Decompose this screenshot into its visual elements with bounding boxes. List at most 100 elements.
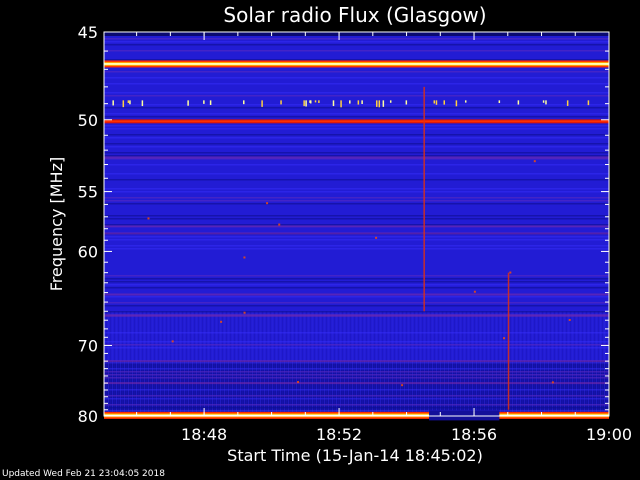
texture-stripe	[104, 332, 609, 334]
noise-speck	[473, 290, 476, 293]
band-spike	[340, 100, 342, 108]
texture-stripe	[104, 371, 609, 373]
noise-speck	[243, 311, 246, 314]
faint-band	[104, 293, 609, 296]
y-axis-label: Frequency [MHz]	[47, 157, 66, 291]
texture-stripe	[104, 296, 609, 298]
texture-stripe	[104, 203, 609, 205]
noise-speck	[147, 217, 150, 220]
texture-stripe	[104, 77, 609, 79]
noise-speck	[503, 337, 506, 340]
band-spike	[112, 100, 114, 106]
band-spike	[305, 100, 307, 107]
texture-stripe	[104, 113, 609, 115]
faint-band	[104, 360, 609, 363]
texture-stripe	[104, 281, 609, 283]
y-tick-label: 55	[78, 183, 98, 202]
texture-stripe	[104, 407, 609, 409]
band-spike	[361, 100, 363, 104]
y-tick-label: 70	[78, 336, 98, 355]
band-spike	[566, 100, 569, 106]
band-spike	[261, 100, 263, 107]
texture-stripe	[104, 368, 609, 370]
updated-timestamp: Updated Wed Feb 21 23:04:05 2018	[2, 469, 165, 479]
faint-band	[104, 156, 609, 159]
band-spike	[314, 100, 317, 103]
texture-stripe	[104, 188, 609, 190]
texture-stripe	[104, 38, 609, 40]
faint-band	[104, 232, 609, 235]
texture-stripe	[104, 224, 609, 226]
texture-stripe	[104, 395, 609, 397]
band-spike	[376, 100, 378, 107]
texture-stripe	[104, 236, 609, 238]
texture-stripe	[104, 191, 609, 193]
texture-stripe	[104, 197, 609, 199]
texture-stripe	[104, 341, 609, 343]
band-spike	[542, 100, 545, 103]
noise-speck	[551, 381, 554, 384]
texture-stripe	[104, 143, 609, 145]
texture-stripe	[104, 377, 609, 379]
plot-area	[103, 31, 610, 421]
texture-stripe	[104, 218, 609, 220]
texture-stripe	[104, 107, 609, 109]
noise-speck	[401, 384, 404, 387]
texture-stripe	[104, 128, 609, 130]
noise-speck	[278, 223, 281, 226]
x-tick-label: 19:00	[586, 425, 632, 444]
x-tick-label: 18:56	[451, 425, 497, 444]
x-axis-label: Start Time (15-Jan-14 18:45:02)	[227, 446, 483, 465]
band-spike	[349, 100, 351, 104]
x-tick-label: 18:52	[316, 425, 362, 444]
texture-stripe	[104, 173, 609, 175]
faint-band	[104, 225, 609, 228]
noise-speck	[266, 202, 269, 205]
noise-speck	[171, 340, 174, 343]
texture-stripe	[104, 134, 609, 136]
noise-speck	[568, 318, 571, 321]
burst-line	[507, 272, 510, 410]
band-spike	[209, 100, 212, 105]
texture-stripe	[104, 404, 609, 406]
band-spike	[443, 100, 445, 105]
x-tick-label: 18:48	[181, 425, 227, 444]
band-spike	[280, 100, 282, 105]
band-spike	[122, 100, 125, 108]
band-spike	[455, 100, 458, 107]
texture-stripe	[104, 347, 609, 349]
band-spike	[303, 100, 305, 107]
top-edge	[104, 32, 609, 36]
texture-stripe	[104, 41, 609, 43]
texture-stripe	[104, 125, 609, 127]
texture-stripe	[104, 164, 609, 166]
texture-stripe	[104, 44, 609, 46]
burst-line	[423, 86, 425, 312]
vertical-texture	[104, 311, 609, 416]
texture-stripe	[104, 275, 609, 277]
noise-speck	[375, 236, 378, 239]
texture-stripe	[104, 389, 609, 391]
texture-stripe	[104, 311, 609, 313]
band-spike	[203, 100, 205, 104]
texture-stripe	[104, 374, 609, 376]
band-spike	[357, 100, 360, 105]
band-spike	[332, 100, 335, 107]
y-tick-label: 80	[78, 407, 98, 426]
texture-stripe	[104, 410, 609, 412]
band-spike	[378, 100, 381, 108]
texture-stripe	[104, 305, 609, 307]
band-spike	[587, 100, 590, 106]
band-spike	[405, 100, 408, 105]
texture-stripe	[104, 248, 609, 250]
band-spike	[498, 100, 501, 104]
texture-stripe	[104, 116, 609, 118]
texture-stripe	[104, 302, 609, 304]
noise-speck	[509, 271, 512, 274]
band-spike	[545, 100, 547, 105]
texture-stripe	[104, 215, 609, 217]
band-spike	[464, 100, 467, 103]
texture-stripe	[104, 59, 609, 61]
band-spike	[129, 100, 131, 105]
texture-stripe	[104, 362, 609, 364]
